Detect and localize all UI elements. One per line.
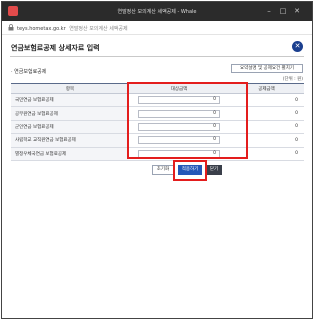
url-path: 연말정산 모의계산 세액공제: [69, 26, 128, 32]
row-label: 별정우체국연금 보험료공제: [11, 147, 129, 161]
window-close-icon[interactable]: ✕: [292, 6, 302, 16]
section-title: · 연금보험료공제: [11, 69, 47, 75]
lock-icon: [8, 24, 14, 31]
url-domain: teys.hometax.go.kr: [17, 26, 66, 32]
title-divider: [10, 56, 304, 57]
browser-window: 연말정산 모의계산 세액공제 - Whale – □ ✕ teys.hometa…: [1, 1, 313, 319]
close-button[interactable]: 닫기: [206, 165, 222, 175]
row-label: 사립학교 교직원연금 보험료공제: [11, 133, 129, 148]
reset-button[interactable]: 초기화: [152, 165, 174, 175]
minimize-icon[interactable]: –: [264, 6, 274, 16]
row-label: 군인연금 보험료공제: [11, 120, 129, 135]
row-label: 공무원연금 보험료공제: [11, 106, 129, 121]
page-title: 연금보험료공제 상세자료 입력: [11, 44, 100, 52]
close-icon[interactable]: ✕: [292, 41, 303, 52]
header-item: 항목: [11, 83, 129, 94]
maximize-icon[interactable]: □: [278, 6, 288, 16]
address-bar[interactable]: teys.hometax.go.kr 연말정산 모의계산 세액공제: [2, 21, 312, 35]
input-column-highlight: [127, 82, 248, 159]
row-label: 국민연금 보험료공제: [11, 93, 129, 108]
unit-label: (단위 : 원): [282, 77, 303, 82]
apply-button-highlight: [173, 160, 207, 181]
guide-toggle-button[interactable]: 요약설명 및 공제요건 펼치기: [231, 64, 303, 73]
url-text: teys.hometax.go.kr 연말정산 모의계산 세액공제: [17, 25, 128, 32]
title-bar: 연말정산 모의계산 세액공제 - Whale – □ ✕: [2, 2, 312, 21]
